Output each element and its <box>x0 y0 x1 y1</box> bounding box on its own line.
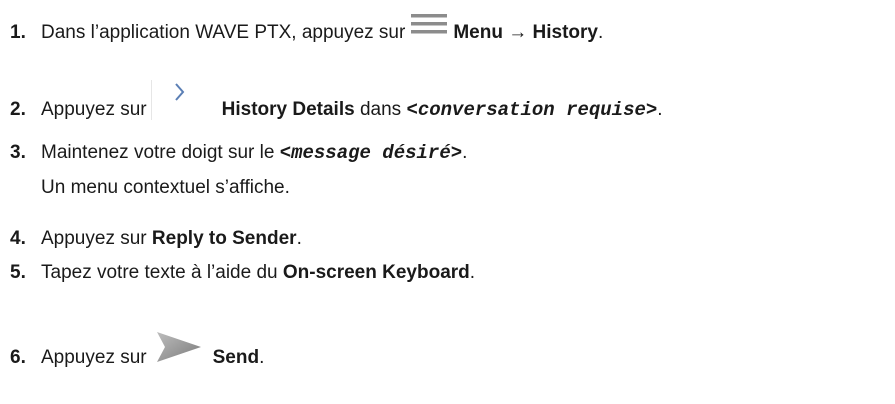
step-3: 3. Maintenez votre doigt sur le <message… <box>0 141 895 165</box>
step-5: 5. Tapez votre texte à l’aide du On-scre… <box>0 261 895 285</box>
step-text-before: Maintenez votre doigt sur le <box>41 142 280 163</box>
step-text-before: Tapez votre texte à l’aide du <box>41 262 283 283</box>
step-text-before: Appuyez sur <box>41 347 147 368</box>
menu-label: Menu <box>453 22 503 43</box>
step-text-after: . <box>462 142 468 163</box>
step-4: 4. Appuyez sur Reply to Sender . <box>0 227 895 251</box>
history-details-label: History Details <box>221 99 355 120</box>
step-text-middle: dans <box>354 99 407 120</box>
step-3-result: Un menu contextuel s’affiche. <box>41 177 290 198</box>
step-number: 4. <box>10 228 26 249</box>
step-text: Appuyez sur History Details dans <conver… <box>41 80 663 130</box>
step-text-after: . <box>657 99 663 120</box>
step-text: Tapez votre texte à l’aide du On-screen … <box>41 261 475 285</box>
step-number: 1. <box>10 22 26 43</box>
step-6: 6. Appuyez sur Send . <box>0 331 895 370</box>
step-text-before: Appuyez sur <box>41 228 152 249</box>
step-number: 5. <box>10 262 26 283</box>
history-label: History <box>532 22 598 43</box>
conversation-placeholder: <conversation requise> <box>406 99 658 121</box>
step-text-after: . <box>469 262 476 283</box>
reply-to-sender-label: Reply to Sender <box>151 228 297 249</box>
chevron-right-icon <box>150 80 210 120</box>
step-2: 2. Appuyez sur History Details dans <con… <box>0 80 895 122</box>
hamburger-menu-icon <box>411 12 448 43</box>
step-1: 1. Dans l’application WAVE PTX, appuyez … <box>0 13 895 45</box>
step-text: Appuyez sur Reply to Sender . <box>41 227 302 251</box>
send-label: Send <box>212 347 260 368</box>
step-number: 3. <box>10 142 26 163</box>
step-text-before: Appuyez sur <box>41 99 147 120</box>
send-arrow-icon <box>155 330 203 371</box>
step-text-after: . <box>597 22 604 43</box>
on-screen-keyboard-label: On-screen Keyboard <box>282 262 470 283</box>
arrow-separator: → <box>502 22 533 43</box>
step-text: Dans l’application WAVE PTX, appuyez sur… <box>41 13 604 49</box>
step-text: Appuyez sur Send . <box>41 331 265 379</box>
step-text-after: . <box>296 228 302 249</box>
step-number: 2. <box>10 99 26 120</box>
step-text-before: Dans l’application WAVE PTX, appuyez sur <box>41 22 406 43</box>
step-number: 6. <box>10 347 26 368</box>
step-text-after: . <box>259 347 265 368</box>
message-placeholder: <message désiré> <box>279 142 463 164</box>
step-text: Maintenez votre doigt sur le <message dé… <box>41 141 467 165</box>
